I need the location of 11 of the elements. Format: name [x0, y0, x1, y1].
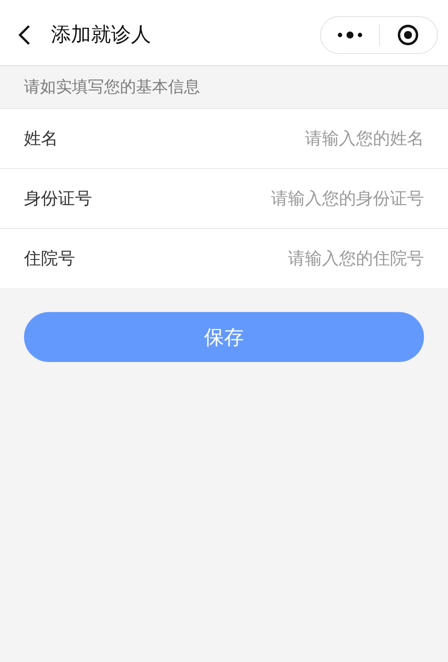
page-title: 添加就诊人 — [51, 21, 152, 48]
more-icon[interactable] — [336, 30, 363, 38]
input-field[interactable]: 请输入您的身份证号 — [92, 188, 424, 208]
save-button[interactable]: 保存 — [24, 312, 424, 362]
back-icon[interactable] — [17, 24, 31, 46]
field-label: 住院号 — [24, 248, 75, 270]
input-field[interactable]: 请输入您的住院号 — [75, 248, 424, 268]
input-field[interactable]: 请输入您的姓名 — [58, 128, 424, 148]
field-label: 姓名 — [24, 128, 58, 150]
field-label: 身份证号 — [24, 188, 92, 210]
close-icon[interactable] — [397, 24, 420, 46]
